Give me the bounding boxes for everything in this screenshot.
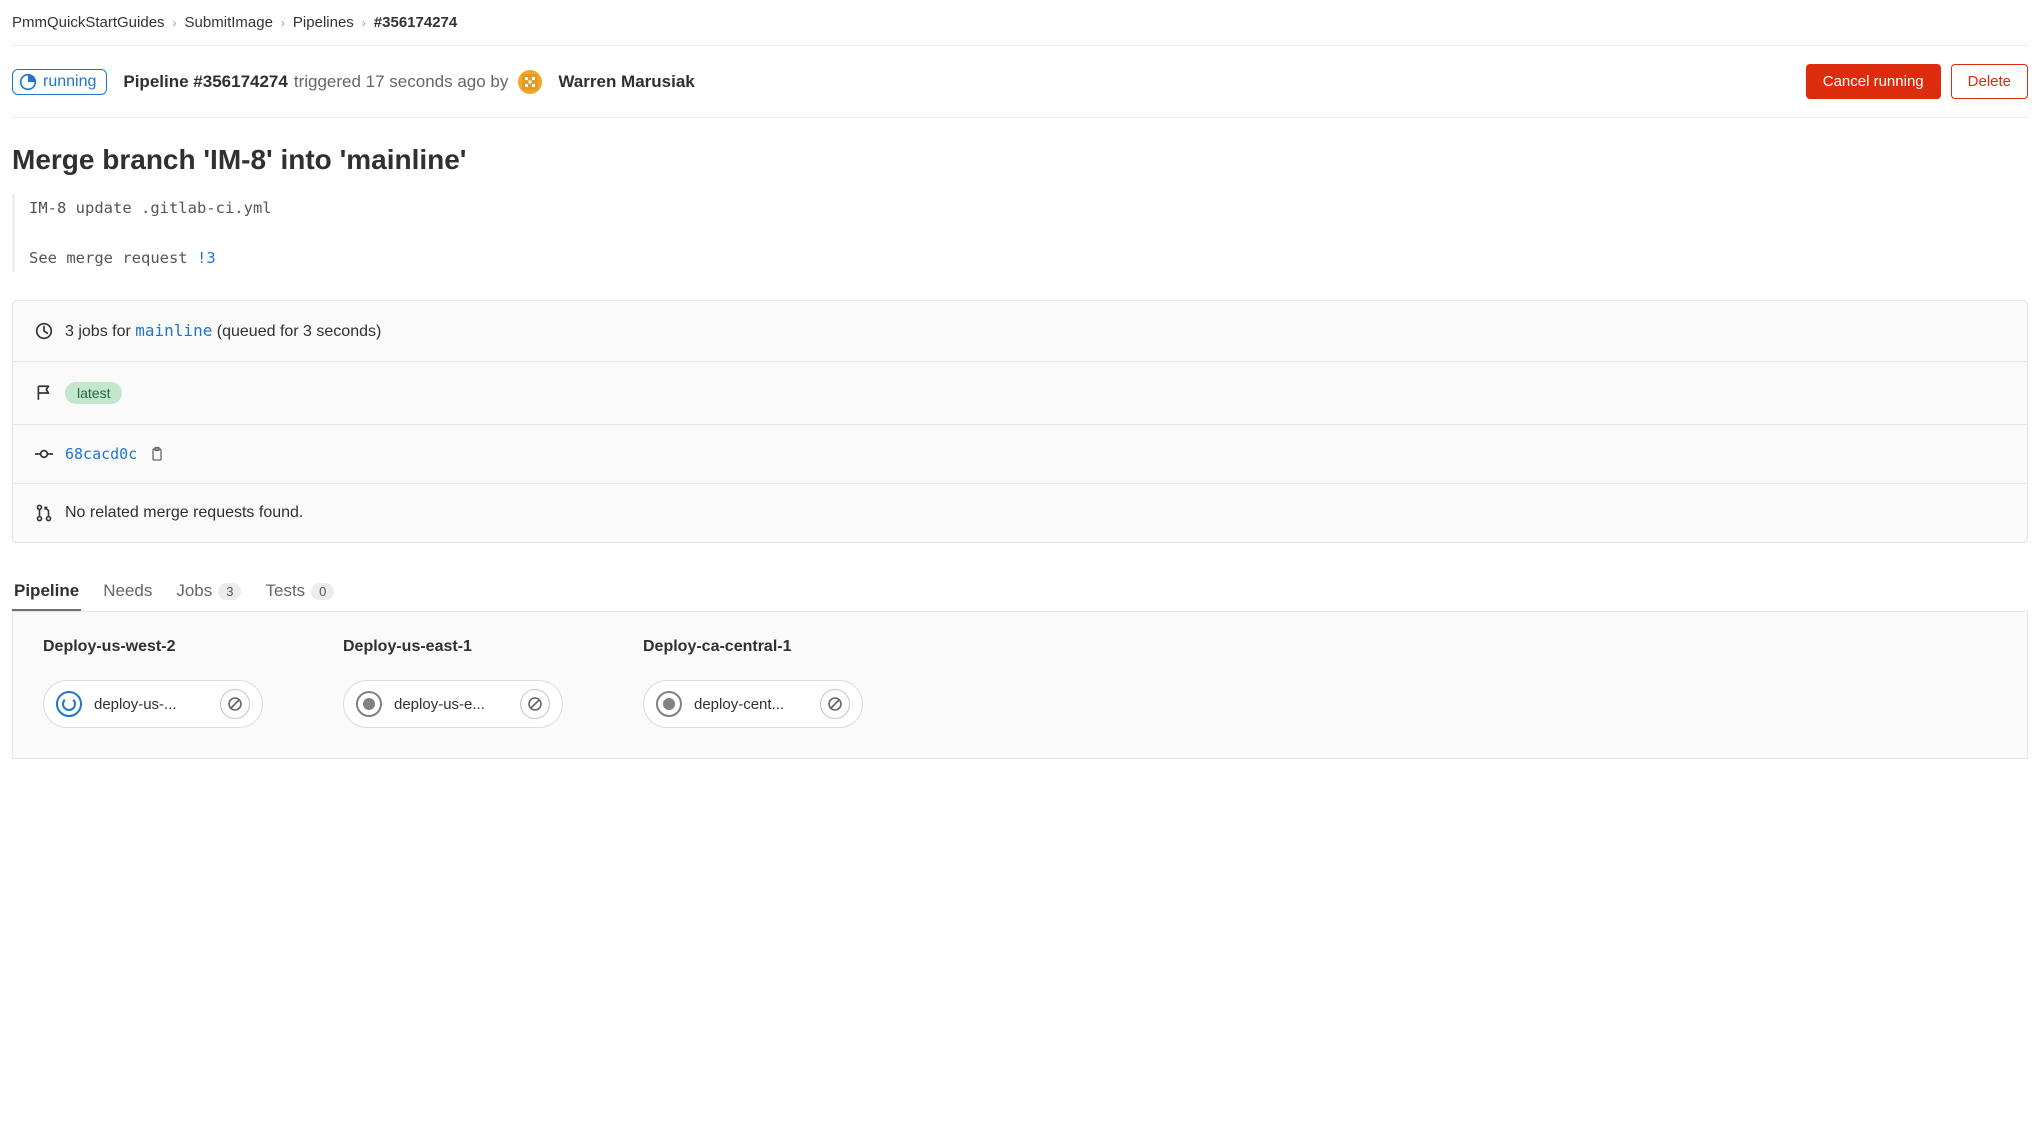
job-name: deploy-cent...: [694, 696, 808, 713]
stage-name: Deploy-ca-central-1: [643, 638, 873, 656]
copy-sha-button[interactable]: [149, 446, 165, 462]
running-icon: [19, 73, 37, 91]
commit-icon: [35, 445, 53, 463]
breadcrumb-item-current: #356174274: [374, 14, 457, 31]
job-status-created-icon: [356, 691, 382, 717]
tags-row: latest: [13, 362, 2027, 425]
jobs-count-badge: 3: [218, 583, 241, 600]
avatar-icon: [518, 70, 542, 94]
latest-tag: latest: [65, 382, 122, 404]
job-pill[interactable]: deploy-cent...: [643, 680, 863, 728]
stage-column: Deploy-us-west-2 deploy-us-...: [43, 638, 273, 728]
clock-icon: [35, 322, 53, 340]
tests-count-badge: 0: [311, 583, 334, 600]
chevron-right-icon: ›: [362, 16, 366, 30]
cancel-job-button[interactable]: [820, 689, 850, 719]
chevron-right-icon: ›: [281, 16, 285, 30]
flag-icon: [35, 384, 53, 402]
cancel-job-button[interactable]: [520, 689, 550, 719]
status-label: running: [43, 73, 96, 91]
cancel-icon: [827, 696, 843, 712]
clipboard-icon: [149, 446, 165, 462]
pipeline-header: running Pipeline #356174274 triggered 17…: [12, 46, 2028, 118]
commit-description: IM-8 update .gitlab-ci.yml See merge req…: [12, 194, 2028, 272]
pipeline-info-panel: 3 jobs for mainline (queued for 3 second…: [12, 300, 2028, 543]
avatar[interactable]: [518, 70, 542, 94]
pipeline-trigger-text: Pipeline #356174274 triggered 17 seconds…: [123, 70, 694, 94]
commit-title: Merge branch 'IM-8' into 'mainline': [12, 144, 2028, 176]
job-name: deploy-us-...: [94, 696, 208, 713]
job-pill[interactable]: deploy-us-...: [43, 680, 263, 728]
jobs-info-row: 3 jobs for mainline (queued for 3 second…: [13, 301, 2027, 362]
stage-name: Deploy-us-east-1: [343, 638, 573, 656]
breadcrumb-item-project[interactable]: PmmQuickStartGuides: [12, 14, 165, 31]
merge-requests-row: No related merge requests found.: [13, 484, 2027, 542]
author-name[interactable]: Warren Marusiak: [558, 72, 694, 92]
commit-row: 68cacd0c: [13, 425, 2027, 484]
tab-needs[interactable]: Needs: [101, 571, 154, 611]
pipeline-status-badge[interactable]: running: [12, 69, 107, 95]
chevron-right-icon: ›: [173, 16, 177, 30]
merge-request-link[interactable]: !3: [197, 249, 216, 267]
delete-button[interactable]: Delete: [1951, 64, 2028, 99]
job-status-running-icon: [56, 691, 82, 717]
breadcrumb-item-pipelines[interactable]: Pipelines: [293, 14, 354, 31]
cancel-running-button[interactable]: Cancel running: [1806, 64, 1941, 99]
job-status-created-icon: [656, 691, 682, 717]
job-name: deploy-us-e...: [394, 696, 508, 713]
tab-pipeline[interactable]: Pipeline: [12, 571, 81, 611]
stage-name: Deploy-us-west-2: [43, 638, 273, 656]
pipeline-tabs: Pipeline Needs Jobs 3 Tests 0: [12, 571, 2028, 612]
cancel-job-button[interactable]: [220, 689, 250, 719]
breadcrumb-item-subgroup[interactable]: SubmitImage: [185, 14, 273, 31]
breadcrumb: PmmQuickStartGuides › SubmitImage › Pipe…: [12, 0, 2028, 46]
merge-request-icon: [35, 504, 53, 522]
commit-sha-link[interactable]: 68cacd0c: [65, 445, 137, 463]
tab-jobs[interactable]: Jobs 3: [174, 571, 243, 611]
branch-link[interactable]: mainline: [135, 321, 212, 340]
tab-tests[interactable]: Tests 0: [263, 571, 336, 611]
cancel-icon: [227, 696, 243, 712]
job-pill[interactable]: deploy-us-e...: [343, 680, 563, 728]
cancel-icon: [527, 696, 543, 712]
stage-column: Deploy-us-east-1 deploy-us-e...: [343, 638, 573, 728]
pipeline-graph: Deploy-us-west-2 deploy-us-... Deploy-us…: [12, 612, 2028, 759]
stage-column: Deploy-ca-central-1 deploy-cent...: [643, 638, 873, 728]
